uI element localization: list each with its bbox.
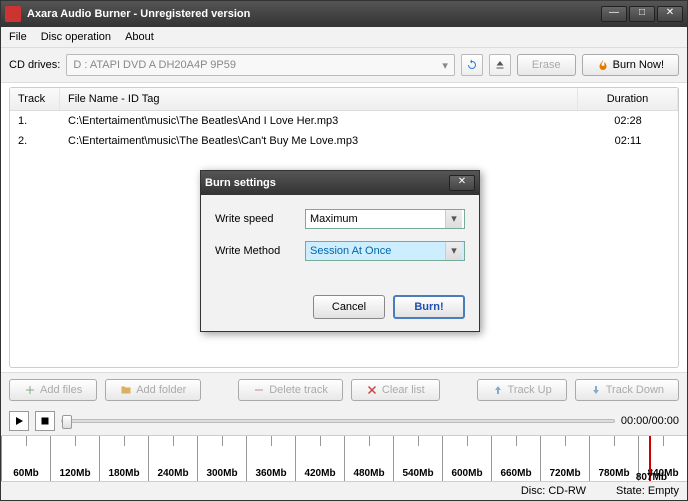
flame-icon	[597, 59, 609, 71]
menubar: File Disc operation About	[1, 27, 687, 48]
scale-tick: 180Mb	[99, 436, 148, 481]
play-button[interactable]	[9, 411, 29, 431]
scale-tick: 120Mb	[50, 436, 99, 481]
table-row[interactable]: 1. C:\Entertaiment\music\The Beatles\And…	[10, 111, 678, 131]
menu-file[interactable]: File	[9, 31, 27, 43]
window-title: Axara Audio Burner - Unregistered versio…	[27, 8, 601, 20]
burn-now-label: Burn Now!	[613, 59, 664, 71]
scale-tick: 540Mb	[393, 436, 442, 481]
scale-tick: 240Mb	[148, 436, 197, 481]
scale-tick: 300Mb	[197, 436, 246, 481]
burn-now-button[interactable]: Burn Now!	[582, 54, 679, 76]
clear-list-button[interactable]: Clear list	[351, 379, 440, 401]
row-num: 1.	[10, 113, 60, 129]
row-file: C:\Entertaiment\music\The Beatles\Can't …	[60, 133, 578, 149]
slider-thumb[interactable]	[62, 415, 72, 429]
write-method-select[interactable]: Session At Once	[305, 241, 465, 261]
scale-tick: 780Mb	[589, 436, 638, 481]
scale-tick: 720Mb	[540, 436, 589, 481]
cd-drives-label: CD drives:	[9, 59, 60, 71]
stop-icon	[39, 415, 51, 427]
col-filename[interactable]: File Name - ID Tag	[60, 88, 578, 110]
add-folder-button[interactable]: Add folder	[105, 379, 201, 401]
scale-tick: 660Mb	[491, 436, 540, 481]
plus-icon	[24, 384, 36, 396]
write-speed-label: Write speed	[215, 213, 305, 225]
col-duration[interactable]: Duration	[578, 88, 678, 110]
track-down-button[interactable]: Track Down	[575, 379, 679, 401]
status-disc: Disc: CD-RW	[521, 485, 586, 497]
close-button[interactable]: ✕	[657, 6, 683, 22]
row-dur: 02:11	[578, 133, 678, 149]
playback-slider[interactable]	[61, 419, 615, 423]
x-icon	[366, 384, 378, 396]
toolbar: CD drives: D : ATAPI DVD A DH20A4P 9P59 …	[1, 48, 687, 83]
burn-button[interactable]: Burn!	[393, 295, 465, 319]
app-icon	[5, 6, 21, 22]
scale-tick: 480Mb	[344, 436, 393, 481]
titlebar: Axara Audio Burner - Unregistered versio…	[1, 1, 687, 27]
maximize-button[interactable]: □	[629, 6, 655, 22]
time-display: 00:00/00:00	[621, 415, 679, 427]
erase-button[interactable]: Erase	[517, 54, 576, 76]
statusbar: Disc: CD-RW State: Empty	[1, 481, 687, 500]
write-method-label: Write Method	[215, 245, 305, 257]
stop-button[interactable]	[35, 411, 55, 431]
cancel-button[interactable]: Cancel	[313, 295, 385, 319]
bottom-toolbar: Add files Add folder Delete track Clear …	[1, 372, 687, 407]
arrow-down-icon	[590, 384, 602, 396]
minimize-button[interactable]: —	[601, 6, 627, 22]
refresh-icon	[466, 59, 478, 71]
scale-tick: 420Mb	[295, 436, 344, 481]
burn-settings-dialog: Burn settings ✕ Write speed Maximum Writ…	[200, 170, 480, 332]
refresh-button[interactable]	[461, 54, 483, 76]
scale-tick: 360Mb	[246, 436, 295, 481]
dialog-title: Burn settings	[205, 177, 449, 189]
arrow-up-icon	[492, 384, 504, 396]
add-files-button[interactable]: Add files	[9, 379, 97, 401]
table-row[interactable]: 2. C:\Entertaiment\music\The Beatles\Can…	[10, 131, 678, 151]
write-method-value: Session At Once	[310, 245, 391, 257]
capacity-label: 807Mb	[636, 472, 667, 483]
dialog-close-button[interactable]: ✕	[449, 175, 475, 191]
write-speed-select[interactable]: Maximum	[305, 209, 465, 229]
menu-about[interactable]: About	[125, 31, 154, 43]
row-dur: 02:28	[578, 113, 678, 129]
folder-plus-icon	[120, 384, 132, 396]
minus-icon	[253, 384, 265, 396]
row-num: 2.	[10, 133, 60, 149]
eject-icon	[494, 59, 506, 71]
delete-track-button[interactable]: Delete track	[238, 379, 343, 401]
col-track[interactable]: Track	[10, 88, 60, 110]
scale-tick: 600Mb	[442, 436, 491, 481]
status-state: State: Empty	[616, 485, 679, 497]
cd-drive-value: D : ATAPI DVD A DH20A4P 9P59	[73, 59, 236, 71]
cd-drive-dropdown[interactable]: D : ATAPI DVD A DH20A4P 9P59	[66, 54, 455, 76]
playback-bar: 00:00/00:00	[1, 407, 687, 435]
disc-scale: 60Mb120Mb180Mb240Mb300Mb360Mb420Mb480Mb5…	[1, 435, 687, 481]
scale-tick: 60Mb	[1, 436, 50, 481]
play-icon	[13, 415, 25, 427]
write-speed-value: Maximum	[310, 213, 358, 225]
dialog-titlebar: Burn settings ✕	[201, 171, 479, 195]
eject-button[interactable]	[489, 54, 511, 76]
track-up-button[interactable]: Track Up	[477, 379, 567, 401]
menu-disc-operation[interactable]: Disc operation	[41, 31, 111, 43]
row-file: C:\Entertaiment\music\The Beatles\And I …	[60, 113, 578, 129]
list-header: Track File Name - ID Tag Duration	[10, 88, 678, 111]
